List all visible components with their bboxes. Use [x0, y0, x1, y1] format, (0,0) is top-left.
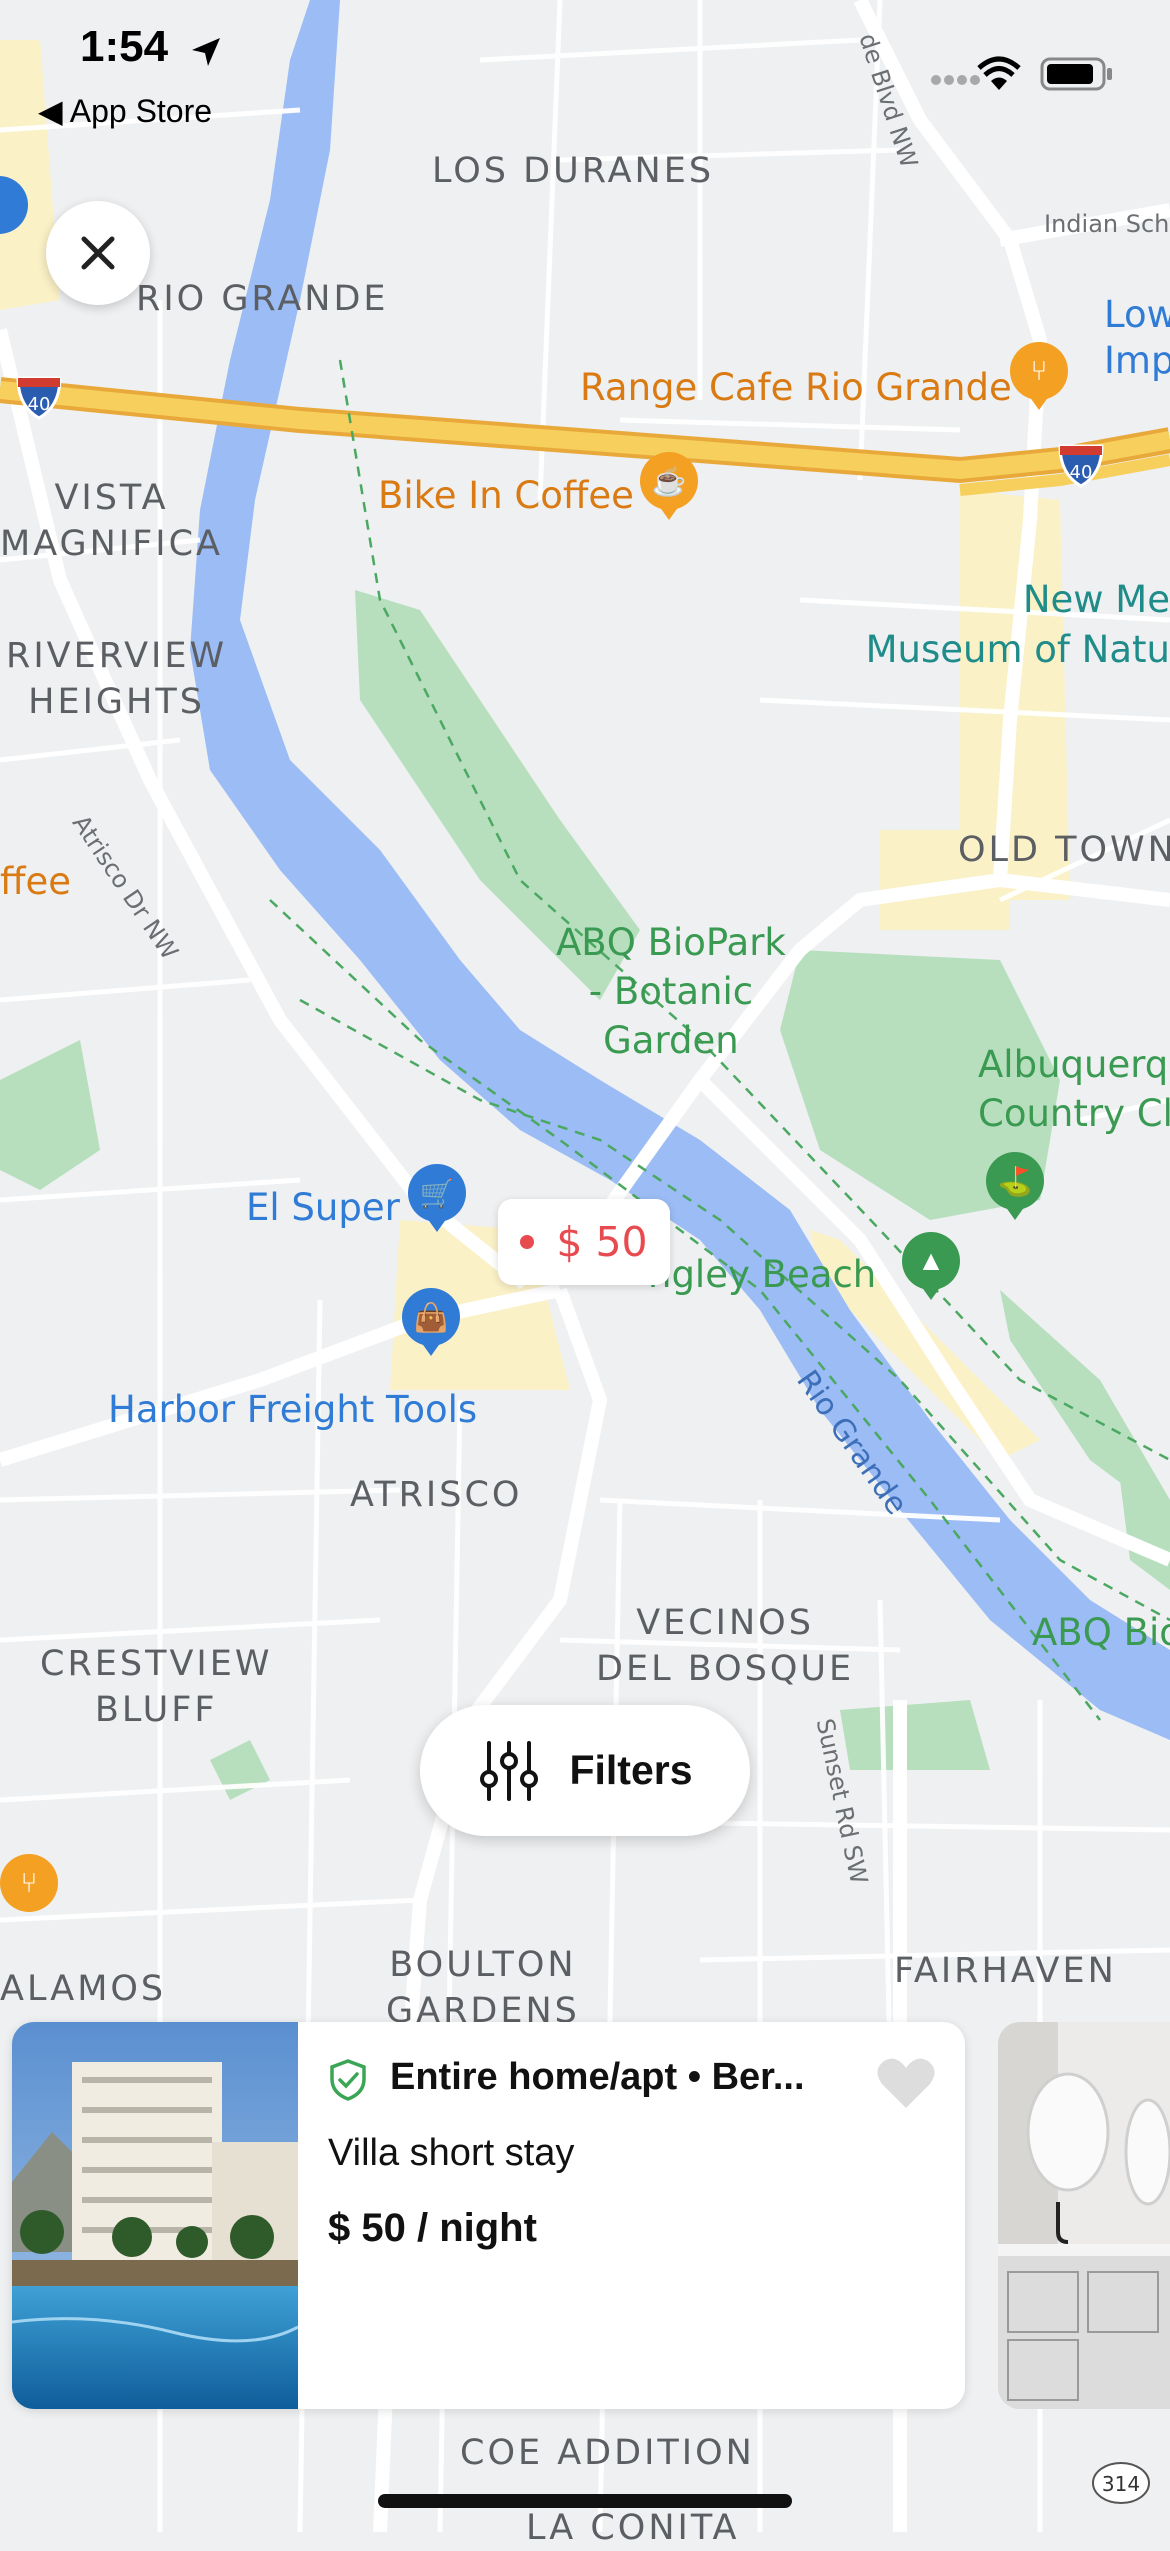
verified-shield-icon: [330, 2059, 366, 2101]
interstate-40-shield-icon: 40: [16, 376, 62, 420]
price-marker-label: $ 50: [556, 1218, 648, 1266]
filters-label: Filters: [569, 1747, 693, 1793]
svg-text:40: 40: [28, 394, 51, 415]
listing-card[interactable]: Entire home/apt • Ber... Villa short sta…: [12, 2022, 965, 2409]
location-arrow-icon: [192, 38, 220, 66]
golf-pin-icon[interactable]: ⛳: [986, 1152, 1044, 1210]
svg-text:314: 314: [1102, 2472, 1140, 2496]
restaurant-pin-left-icon[interactable]: ⑂: [0, 1854, 58, 1912]
battery-icon: [1040, 57, 1112, 91]
price-marker-dot: [520, 1235, 535, 1249]
shopping-bag-pin-icon[interactable]: 👜: [402, 1288, 460, 1346]
restaurant-pin-icon[interactable]: ⑂: [1010, 342, 1068, 400]
listing-photo[interactable]: [12, 2022, 298, 2409]
status-time: 1:54: [80, 22, 169, 71]
favorite-heart-icon[interactable]: [876, 2056, 936, 2110]
listing-subtitle: Villa short stay: [328, 2132, 575, 2174]
close-icon: [81, 236, 115, 270]
next-listing-photo[interactable]: [998, 2022, 1170, 2409]
sliders-icon: [480, 1740, 539, 1801]
listing-title: Entire home/apt • Ber...: [390, 2056, 805, 2098]
listing-price: $ 50 / night: [328, 2206, 537, 2250]
price-marker[interactable]: $ 50: [498, 1199, 670, 1285]
svg-text:40: 40: [1070, 462, 1093, 483]
wifi-icon: [977, 56, 1021, 90]
signal-icon: [931, 75, 980, 85]
home-indicator: [378, 2494, 792, 2508]
tree-pin-icon[interactable]: ▲: [902, 1232, 960, 1290]
cart-pin-icon[interactable]: 🛒: [408, 1164, 466, 1222]
coffee-pin-icon[interactable]: ☕: [640, 452, 698, 510]
interstate-40-shield-right-icon: 40: [1058, 444, 1104, 488]
filters-button[interactable]: Filters: [420, 1705, 750, 1836]
back-to-app-store-link[interactable]: ◀ App Store: [38, 92, 212, 130]
route-314-shield-icon: 314: [1092, 2462, 1150, 2504]
close-button[interactable]: [46, 201, 150, 305]
